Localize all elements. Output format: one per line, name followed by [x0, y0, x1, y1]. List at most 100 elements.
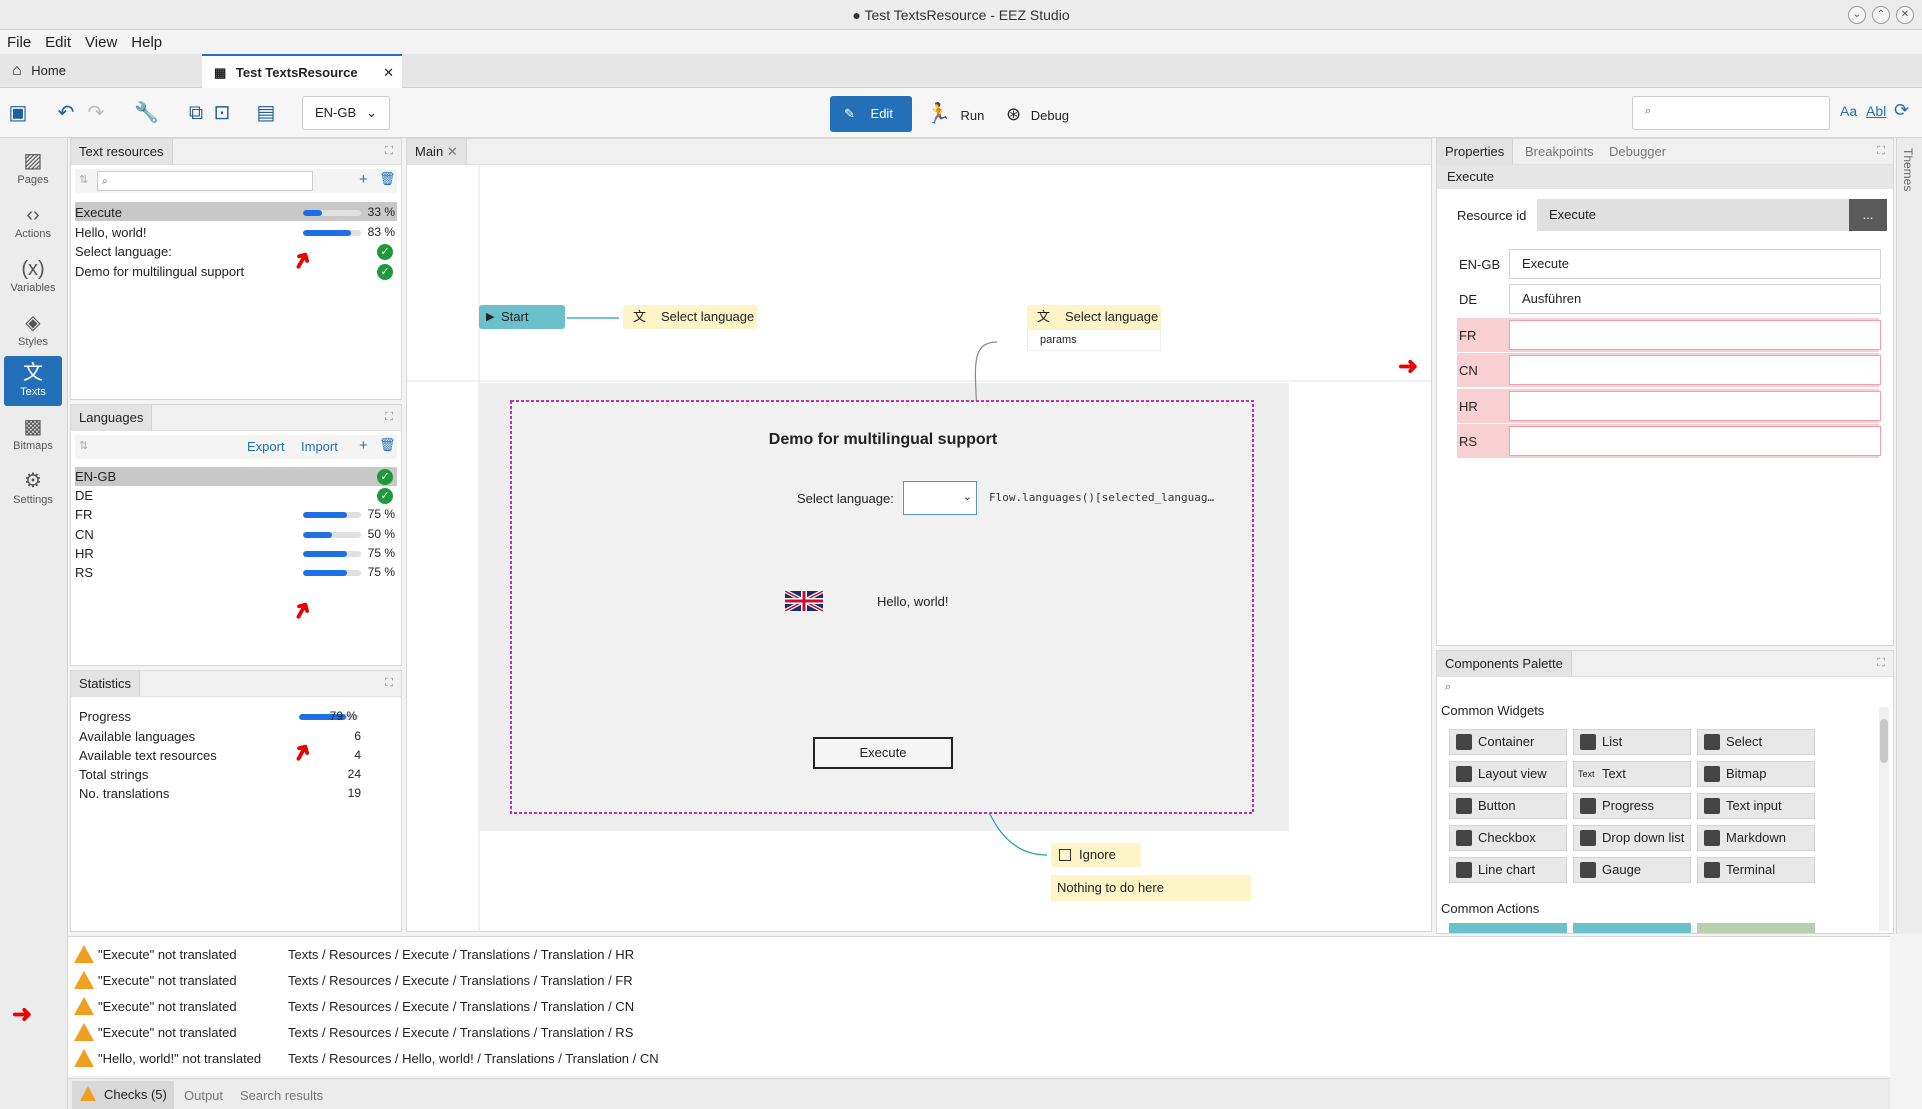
ignore-node[interactable]: Ignore: [1051, 843, 1141, 867]
expand-icon[interactable]: ⛶: [1877, 657, 1885, 670]
palette-item[interactable]: Button: [1449, 793, 1567, 819]
resource-id-more-button[interactable]: ...: [1849, 199, 1887, 231]
select-language-node-2[interactable]: 文 Select language: [1027, 305, 1161, 329]
palette-item[interactable]: Checkbox: [1449, 825, 1567, 851]
palette-scrollbar-thumb[interactable]: [1880, 719, 1888, 763]
tab-search-results[interactable]: Search results: [240, 1088, 323, 1103]
language-row[interactable]: EN-GB: [75, 467, 116, 486]
tab-home[interactable]: ⌂ Home: [0, 54, 200, 88]
sort-icon[interactable]: ⇅: [79, 439, 88, 452]
expand-icon[interactable]: ⛶: [385, 411, 393, 424]
search-icon[interactable]: ⌕: [1445, 681, 1451, 694]
edit-mode-button[interactable]: ✎ Edit: [830, 96, 912, 132]
check-row[interactable]: "Execute" not translated Texts / Resourc…: [72, 943, 1872, 967]
hello-text-widget[interactable]: Hello, world!: [877, 594, 949, 609]
add-icon[interactable]: +: [359, 437, 368, 454]
check-row[interactable]: "Execute" not translated Texts / Resourc…: [72, 969, 1872, 993]
start-node[interactable]: ▶ Start: [479, 305, 565, 329]
uk-flag-icon[interactable]: [784, 589, 824, 613]
nav-pages[interactable]: ▨ Pages: [4, 144, 62, 194]
whole-word-icon[interactable]: Abl: [1866, 103, 1886, 119]
nav-styles[interactable]: ◈ Styles: [4, 306, 62, 356]
text-resources-search-input[interactable]: ⌕: [97, 171, 313, 191]
tab-debugger[interactable]: Debugger: [1601, 139, 1674, 165]
minimize-icon[interactable]: ⌄: [1848, 6, 1866, 24]
translation-input[interactable]: [1509, 390, 1881, 421]
text-resource-row[interactable]: Select language:: [75, 242, 172, 261]
tab-properties[interactable]: Properties: [1437, 139, 1514, 165]
expand-icon[interactable]: ⛶: [1877, 145, 1885, 158]
palette-item[interactable]: Layout view: [1449, 761, 1567, 787]
close-tab-icon[interactable]: ✕: [447, 144, 458, 159]
nav-bitmaps[interactable]: ▩ Bitmaps: [4, 410, 62, 460]
close-window-icon[interactable]: ✕: [1896, 6, 1914, 24]
tab-document[interactable]: ▦ Test TextsResource ✕: [202, 54, 402, 88]
nav-settings[interactable]: ⚙ Settings: [4, 464, 62, 514]
add-icon[interactable]: +: [359, 171, 368, 188]
language-row[interactable]: DE: [75, 486, 93, 505]
select-label-widget[interactable]: Select language:: [797, 491, 894, 506]
refresh-icon[interactable]: ⟳: [1894, 100, 1909, 121]
tab-breakpoints[interactable]: Breakpoints: [1517, 139, 1602, 165]
action-item[interactable]: [1449, 923, 1567, 933]
maximize-icon[interactable]: ⌃: [1872, 6, 1890, 24]
language-row[interactable]: RS: [75, 563, 93, 582]
run-mode-button[interactable]: 🏃 Run: [926, 96, 990, 132]
translation-input[interactable]: Execute: [1509, 249, 1881, 279]
palette-item[interactable]: Bitmap: [1697, 761, 1815, 787]
palette-scrollbar[interactable]: [1879, 707, 1889, 931]
palette-item[interactable]: Drop down list: [1573, 825, 1691, 851]
translation-input[interactable]: Ausführen: [1509, 284, 1881, 315]
params-port[interactable]: params: [1027, 329, 1161, 351]
nav-variables[interactable]: (x) Variables: [4, 252, 62, 302]
language-dropdown-widget[interactable]: ⌄: [903, 481, 977, 515]
sort-icon[interactable]: ⇅: [79, 173, 88, 186]
menu-view[interactable]: View: [78, 30, 124, 51]
resource-id-input[interactable]: Execute: [1537, 199, 1851, 231]
translation-input[interactable]: [1509, 319, 1881, 350]
tab-checks[interactable]: Checks (5): [72, 1081, 174, 1109]
nav-actions[interactable]: ‹› Actions: [4, 198, 62, 248]
text-resource-row[interactable]: Demo for multilingual support: [75, 262, 244, 281]
import-button[interactable]: Import: [301, 439, 338, 454]
text-resource-row[interactable]: Hello, world!: [75, 223, 147, 242]
palette-item[interactable]: Markdown: [1697, 825, 1815, 851]
comment-node[interactable]: Nothing to do here: [1051, 875, 1251, 901]
palette-item[interactable]: Progress: [1573, 793, 1691, 819]
translation-input[interactable]: [1509, 426, 1881, 456]
check-row[interactable]: "Execute" not translated Texts / Resourc…: [72, 1021, 1872, 1045]
menu-help[interactable]: Help: [124, 30, 169, 51]
debug-mode-button[interactable]: ⊛ Debug: [1006, 96, 1096, 132]
frame-icon[interactable]: ⧉: [184, 101, 208, 125]
check-row[interactable]: "Hello, world!" not translated Texts / R…: [72, 1047, 1872, 1071]
tab-components-palette[interactable]: Components Palette: [1437, 651, 1572, 677]
undo-icon[interactable]: ↶: [54, 101, 78, 125]
tab-main[interactable]: Main ✕: [407, 139, 467, 165]
language-row[interactable]: FR: [75, 505, 92, 524]
action-item[interactable]: [1573, 923, 1691, 933]
statistics-tab[interactable]: Statistics: [71, 671, 141, 697]
frame-select-icon[interactable]: ⊡: [210, 101, 234, 125]
palette-item[interactable]: Text Text: [1573, 761, 1691, 787]
language-select[interactable]: EN-GB ⌄: [302, 96, 390, 130]
menu-file[interactable]: File: [0, 30, 38, 51]
build-icon[interactable]: 🔧: [134, 101, 159, 125]
redo-icon[interactable]: ↷: [84, 101, 108, 125]
expand-icon[interactable]: ⛶: [385, 145, 393, 158]
menu-edit[interactable]: Edit: [38, 30, 78, 51]
save-icon[interactable]: ▣: [6, 101, 30, 125]
action-item[interactable]: [1697, 923, 1815, 933]
languages-tab[interactable]: Languages: [71, 405, 153, 431]
match-case-icon[interactable]: Aa: [1840, 103, 1857, 119]
select-language-node-1[interactable]: 文 Select language: [623, 305, 757, 329]
palette-item[interactable]: Terminal: [1697, 857, 1815, 883]
search-input[interactable]: ⌕: [1632, 96, 1830, 130]
themes-tab[interactable]: Themes: [1901, 148, 1915, 191]
expand-icon[interactable]: ⛶: [385, 677, 393, 690]
palette-item[interactable]: Container: [1449, 729, 1567, 755]
palette-item[interactable]: List: [1573, 729, 1691, 755]
delete-icon[interactable]: 🗑: [379, 437, 396, 453]
execute-button-widget[interactable]: Execute: [813, 737, 953, 769]
text-resources-tab[interactable]: Text resources: [71, 139, 173, 165]
nav-texts[interactable]: 文 Texts: [4, 356, 62, 406]
